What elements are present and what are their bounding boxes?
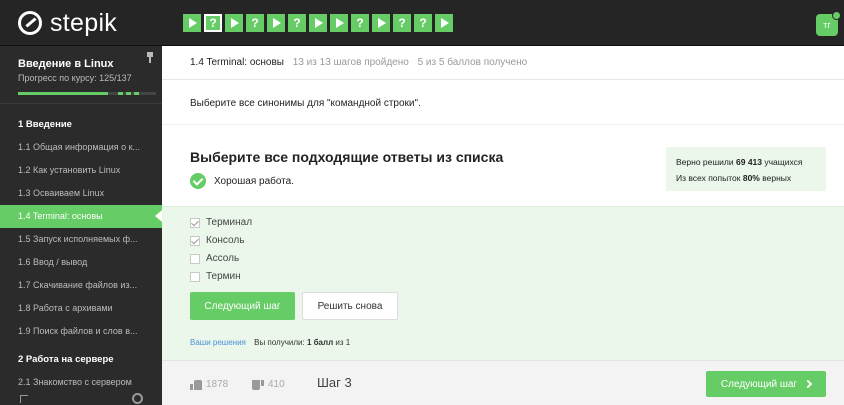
step-theory-icon[interactable] [330,14,348,32]
answers-panel: Терминал Консоль Ассоль Термин Следующий… [162,206,844,360]
course-header: Введение в Linux Прогресс по курсу: 125/… [0,46,162,104]
lesson-points: 5 из 5 баллов получено [417,57,528,68]
option-label: Термин [206,271,241,282]
lesson-title: 1.4 Terminal: основы [190,57,284,68]
stats-percent: 80% [742,173,760,183]
sidebar-lesson-1-1[interactable]: 1.1 Общая информация о к... [0,136,162,159]
option-label: Ассоль [206,253,240,264]
thumb-up-icon [190,379,202,390]
result-line: Ваши решения Вы получили: 1 балл из 1 [190,338,351,347]
step-quiz-icon[interactable]: ? [204,14,222,32]
task-title: Выберите все подходящие ответы из списка [190,149,504,165]
retry-button[interactable]: Решить снова [302,292,398,320]
checkbox[interactable] [190,253,200,264]
step-navigation: ?????? [183,14,453,32]
checkbox[interactable] [190,235,200,246]
sidebar-lesson-1-4[interactable]: 1.4 Terminal: основы [0,205,162,228]
your-solutions-link[interactable]: Ваши решения [190,338,246,347]
sidebar-lesson-1-2[interactable]: 1.2 Как установить Linux [0,159,162,182]
module-2-title[interactable]: 2 Работа на сервере [0,349,162,371]
score-value: 1 балл [306,338,334,347]
avatar[interactable]: тг [816,11,841,36]
checkbox[interactable] [190,271,200,282]
dislike-count: 410 [268,379,285,390]
gear-icon[interactable] [132,393,143,404]
option-3[interactable]: Ассоль [190,253,239,264]
top-bar: stepik ?????? тг [0,0,844,46]
option-2[interactable]: Консоль [190,235,244,246]
app-root: stepik ?????? тг Введение в Linux Прогре… [0,0,844,405]
feedback-text: Хорошая работа. [214,175,295,187]
progress-dots [118,92,139,95]
like-count: 1878 [206,379,229,390]
step-quiz-icon[interactable]: ? [246,14,264,32]
sidebar-footer [0,393,162,405]
step-theory-icon[interactable] [225,14,243,32]
lesson-steps-done: 13 из 13 шагов пройдено [292,57,409,68]
module-1-title[interactable]: 1 Введение [0,114,162,136]
dislike-button[interactable]: 410 [252,379,285,390]
course-progress-fill [18,92,109,95]
step-theory-icon[interactable] [183,14,201,32]
step-quiz-icon[interactable]: ? [414,14,432,32]
stats-attempts-line: Из всех попыток 80% верных [676,173,792,183]
course-title[interactable]: Введение в Linux [18,58,144,70]
step-quiz-icon[interactable]: ? [288,14,306,32]
step-theory-icon[interactable] [267,14,285,32]
stats-solved-count: 69 413 [736,157,762,167]
next-step-button[interactable]: Следующий шаг [190,292,295,320]
option-label: Терминал [206,217,253,228]
option-label: Консоль [206,235,245,246]
sidebar-lesson-1-7[interactable]: 1.7 Скачивание файлов из... [0,274,162,297]
question-text: Выберите все синонимы для "командной стр… [190,98,421,109]
lesson-header: 1.4 Terminal: основы 13 из 13 шагов прой… [162,46,844,80]
footer-next-step-button[interactable]: Следующий шаг [706,371,826,397]
task-header: Выберите все подходящие ответы из списка… [162,124,844,206]
lesson-footer: 1878 410 Шаг 3 Следующий шаг [162,360,844,405]
stepik-logo[interactable]: stepik [18,9,117,37]
chevron-right-icon [803,379,813,389]
stats-solved-line: Верно решили 69 413 учащихся [676,157,803,167]
collapse-icon[interactable] [20,395,28,403]
sidebar-lesson-1-5[interactable]: 1.5 Запуск исполняемых ф... [0,228,162,251]
lesson-content: 1.4 Terminal: основы 13 из 13 шагов прой… [162,46,844,405]
course-progress-text: Прогресс по курсу: 125/137 [18,73,132,83]
stats-box: Верно решили 69 413 учащихся Из всех поп… [666,147,826,191]
footer-next-label: Следующий шаг [720,378,798,390]
sidebar-lesson-1-6[interactable]: 1.6 Ввод / вывод [0,251,162,274]
option-1[interactable]: Терминал [190,217,252,228]
check-circle-icon [190,173,206,189]
checkbox[interactable] [190,217,200,228]
logo-text: stepik [50,8,118,37]
step-theory-icon[interactable] [372,14,390,32]
feedback: Хорошая работа. [190,173,294,189]
like-button[interactable]: 1878 [190,379,228,390]
course-progress-bar [18,92,156,95]
sidebar-lesson-1-9[interactable]: 1.9 Поиск файлов и слов в... [0,320,162,343]
step-quiz-icon[interactable]: ? [393,14,411,32]
sidebar-lesson-2-1[interactable]: 2.1 Знакомство с сервером [0,371,162,394]
option-4[interactable]: Термин [190,271,241,282]
thumb-down-icon [252,379,264,390]
step-theory-icon[interactable] [309,14,327,32]
pin-icon[interactable] [146,52,154,64]
sidebar-lesson-1-8[interactable]: 1.8 Работа с архивами [0,297,162,320]
step-label: Шаг 3 [317,375,352,390]
course-sidebar: Введение в Linux Прогресс по курсу: 125/… [0,46,162,405]
step-theory-icon[interactable] [435,14,453,32]
sidebar-lesson-1-3[interactable]: 1.3 Осваиваем Linux [0,182,162,205]
step-quiz-icon[interactable]: ? [351,14,369,32]
stepik-logo-icon [18,11,42,35]
